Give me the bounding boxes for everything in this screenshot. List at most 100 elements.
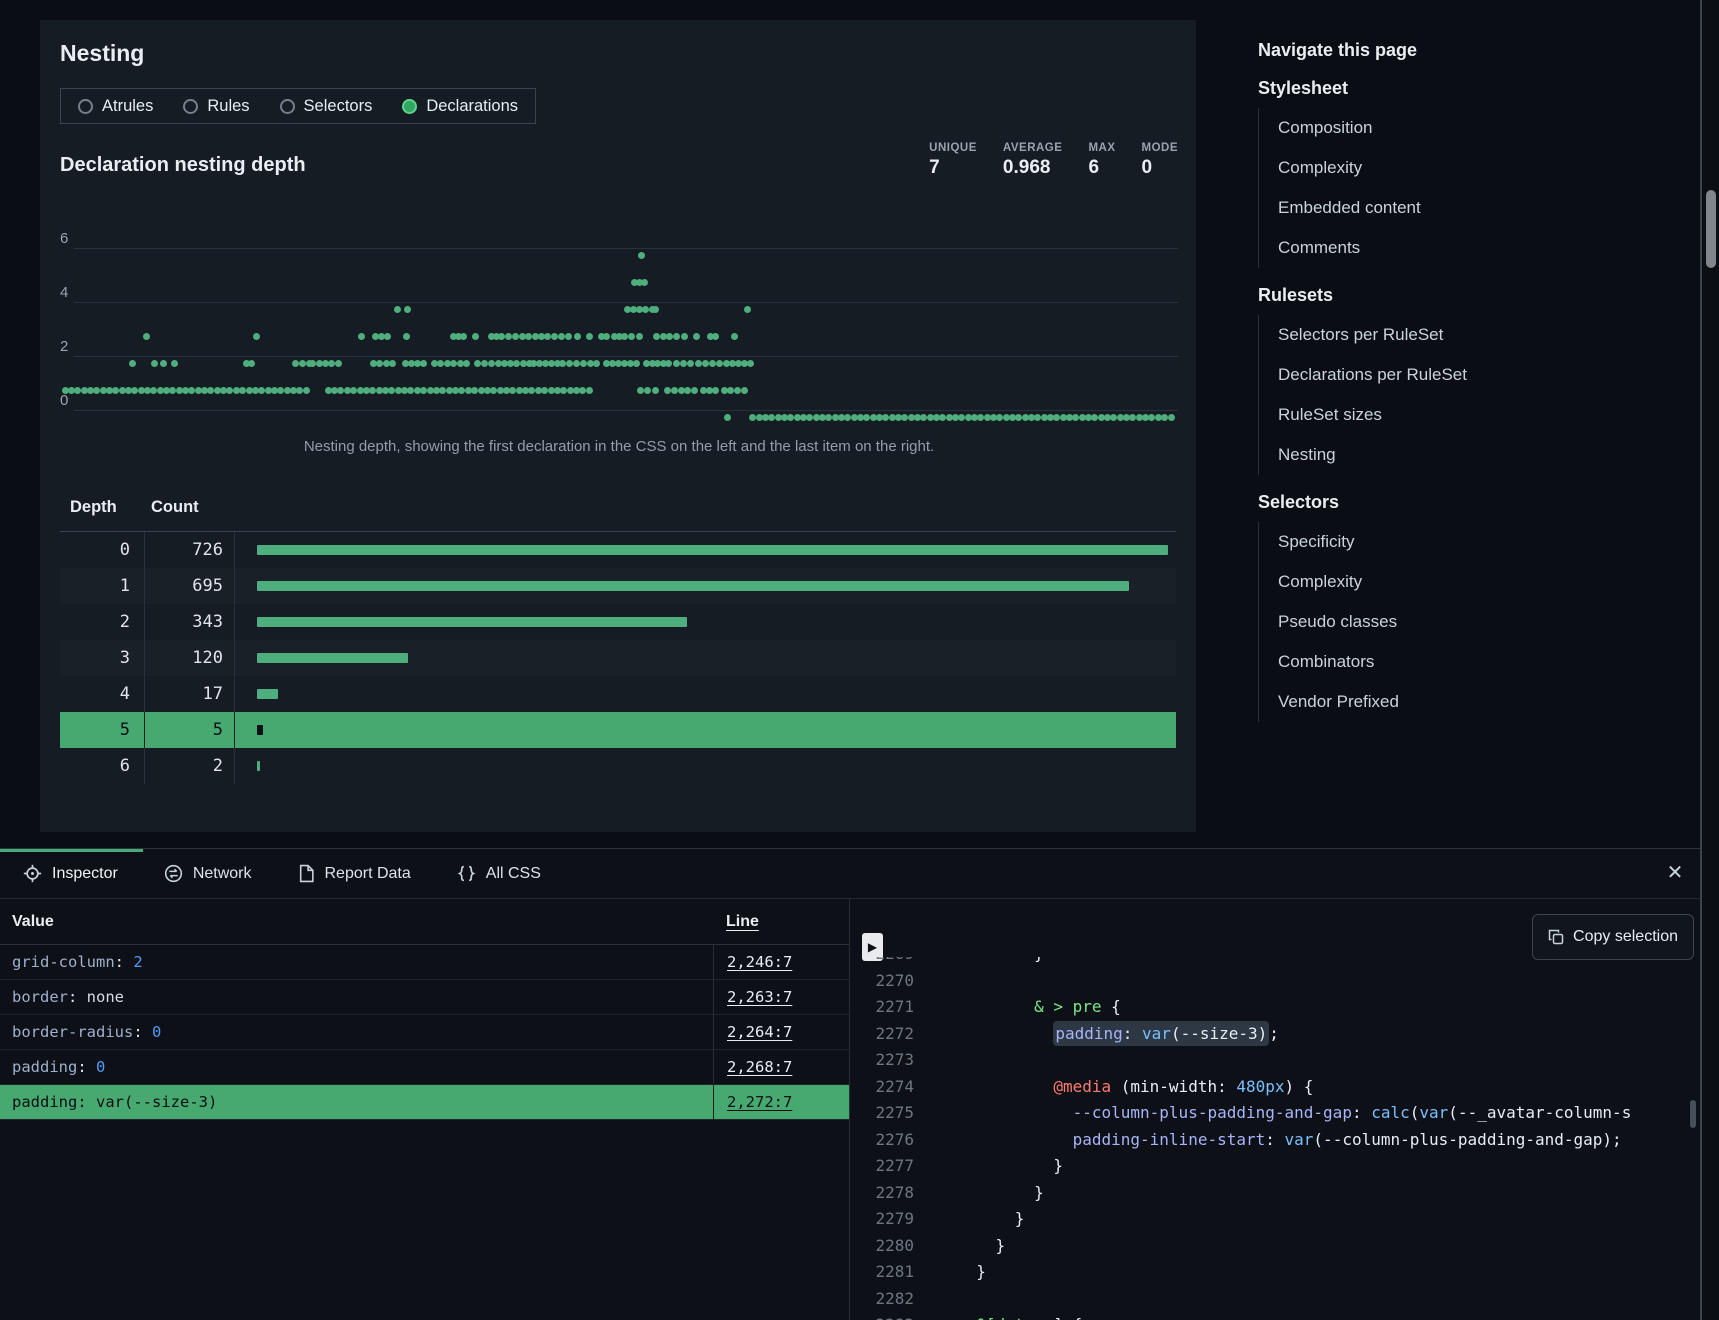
value-row[interactable]: border-radius: 02,264:7 xyxy=(0,1015,849,1050)
stats-strip: UNIQUE7AVERAGE0.968MAX6MODE0 xyxy=(929,142,1178,179)
scatter-dot xyxy=(299,360,306,367)
sidebar-item-nesting[interactable]: Nesting xyxy=(1278,435,1688,475)
page-navigation-sidebar: Navigate this page StylesheetComposition… xyxy=(1258,40,1688,722)
scatter-dot xyxy=(171,360,178,367)
radio-declarations[interactable]: Declarations xyxy=(402,97,518,116)
stat-label: UNIQUE xyxy=(929,142,977,154)
scatter-dot xyxy=(420,360,427,367)
page-scrollbar-track[interactable] xyxy=(1700,0,1719,1320)
count-cell: 343 xyxy=(145,604,235,640)
line-number: 2280 xyxy=(869,1233,914,1260)
active-tab-indicator xyxy=(0,849,143,852)
sidebar-item-comments[interactable]: Comments xyxy=(1278,228,1688,268)
sidebar-item-vendor-prefixed[interactable]: Vendor Prefixed xyxy=(1278,682,1688,722)
sidebar-item-declarations-per-ruleset[interactable]: Declarations per RuleSet xyxy=(1278,355,1688,395)
scatter-dot xyxy=(695,360,702,367)
scatter-dot xyxy=(586,333,593,340)
scatter-dot xyxy=(593,360,600,367)
crosshair-icon xyxy=(23,864,42,883)
scatter-dot xyxy=(724,414,731,421)
sidebar-item-composition[interactable]: Composition xyxy=(1278,108,1688,148)
tab-all-css[interactable]: All CSS xyxy=(434,849,564,898)
value-row[interactable]: border: none2,263:7 xyxy=(0,980,849,1015)
sidebar-title: Navigate this page xyxy=(1258,40,1688,61)
line-number: 2277 xyxy=(869,1153,914,1180)
code-text: --column-plus-padding-and-gap: calc(var(… xyxy=(957,1100,1631,1127)
line-link[interactable]: 2,264:7 xyxy=(727,1023,792,1041)
count-cell: 17 xyxy=(145,676,235,712)
scatter-dot xyxy=(472,333,479,340)
scatter-dot xyxy=(652,306,659,313)
scatter-dot xyxy=(474,360,481,367)
radio-atrules[interactable]: Atrules xyxy=(78,97,153,116)
line-link[interactable]: 2,263:7 xyxy=(727,988,792,1006)
depth-table-row[interactable]: 2343 xyxy=(60,604,1176,640)
value-column-header: Value xyxy=(0,913,713,931)
line-link[interactable]: 2,246:7 xyxy=(727,953,792,971)
stat-average: AVERAGE0.968 xyxy=(1003,142,1063,179)
count-cell: 726 xyxy=(145,532,235,568)
scatter-dot xyxy=(637,387,644,394)
scatter-dot xyxy=(565,333,572,340)
tab-inspector[interactable]: Inspector xyxy=(0,849,141,898)
value-row[interactable]: padding: 02,268:7 xyxy=(0,1050,849,1085)
depth-table-row[interactable]: 1695 xyxy=(60,568,1176,604)
code-token: calc xyxy=(1371,1103,1410,1122)
line-number: 2281 xyxy=(869,1259,914,1286)
line-number: 2282 xyxy=(869,1286,914,1313)
sidebar-item-ruleset-sizes[interactable]: RuleSet sizes xyxy=(1278,395,1688,435)
code-panel: ▶ Copy selection 2269 }22702271 & > pre … xyxy=(850,899,1700,1320)
sidebar-item-selectors-per-ruleset[interactable]: Selectors per RuleSet xyxy=(1278,315,1688,355)
scatter-dot xyxy=(741,387,748,394)
page-scrollbar-thumb[interactable] xyxy=(1706,190,1716,268)
depth-table-row[interactable]: 62 xyxy=(60,748,1176,784)
code-text: padding-inline-start: var(--column-plus-… xyxy=(957,1127,1622,1154)
tab-report-data[interactable]: Report Data xyxy=(275,849,434,898)
code-token: : xyxy=(1352,1103,1371,1122)
code-text: } xyxy=(957,1206,1024,1233)
scatter-dot xyxy=(566,360,573,367)
close-icon[interactable]: ✕ xyxy=(1662,859,1688,885)
copy-selection-button[interactable]: Copy selection xyxy=(1532,914,1694,960)
scatter-dot xyxy=(143,333,150,340)
depth-table-row[interactable]: 417 xyxy=(60,676,1176,712)
sidebar-item-complexity[interactable]: Complexity xyxy=(1278,562,1688,602)
stat-label: MAX xyxy=(1088,142,1115,154)
code-text: @media (min-width: 480px) { xyxy=(957,1074,1313,1101)
code-token: { xyxy=(1102,997,1121,1016)
depth-table-row[interactable]: 0726 xyxy=(60,532,1176,568)
scatter-dot xyxy=(129,360,136,367)
scatter-dot xyxy=(665,360,672,367)
stat-value: 0.968 xyxy=(1003,157,1063,179)
radio-rules[interactable]: Rules xyxy=(183,97,249,116)
radio-selectors[interactable]: Selectors xyxy=(280,97,373,116)
code-token: } xyxy=(1053,1156,1063,1175)
value-row[interactable]: padding: var(--size-3)2,272:7 xyxy=(0,1085,849,1120)
code-token xyxy=(957,1236,996,1255)
bar-cell xyxy=(235,689,1176,699)
count-bar xyxy=(257,545,1168,555)
count-bar xyxy=(257,689,278,699)
tab-network[interactable]: Network xyxy=(141,849,275,898)
depth-table-row[interactable]: 3120 xyxy=(60,640,1176,676)
depth-cell: 6 xyxy=(60,748,145,784)
scatter-dot xyxy=(673,333,680,340)
colon: : xyxy=(68,988,87,1006)
scatter-dot xyxy=(394,306,401,313)
code-line: 2271 & > pre { xyxy=(850,994,1700,1021)
sidebar-item-specificity[interactable]: Specificity xyxy=(1278,522,1688,562)
line-column-header[interactable]: Line xyxy=(713,913,849,931)
sidebar-item-combinators[interactable]: Combinators xyxy=(1278,642,1688,682)
depth-table-row[interactable]: 55 xyxy=(60,712,1176,748)
line-link[interactable]: 2,272:7 xyxy=(727,1093,792,1111)
colon: : xyxy=(133,1023,152,1041)
scatter-dot xyxy=(633,360,640,367)
scatter-dot xyxy=(151,360,158,367)
value-row[interactable]: grid-column: 22,246:7 xyxy=(0,945,849,980)
scatter-dot xyxy=(253,333,260,340)
sidebar-item-complexity[interactable]: Complexity xyxy=(1278,148,1688,188)
sidebar-item-embedded-content[interactable]: Embedded content xyxy=(1278,188,1688,228)
line-link[interactable]: 2,268:7 xyxy=(727,1058,792,1076)
sidebar-item-pseudo-classes[interactable]: Pseudo classes xyxy=(1278,602,1688,642)
code-scrollbar-thumb[interactable] xyxy=(1690,1100,1696,1128)
